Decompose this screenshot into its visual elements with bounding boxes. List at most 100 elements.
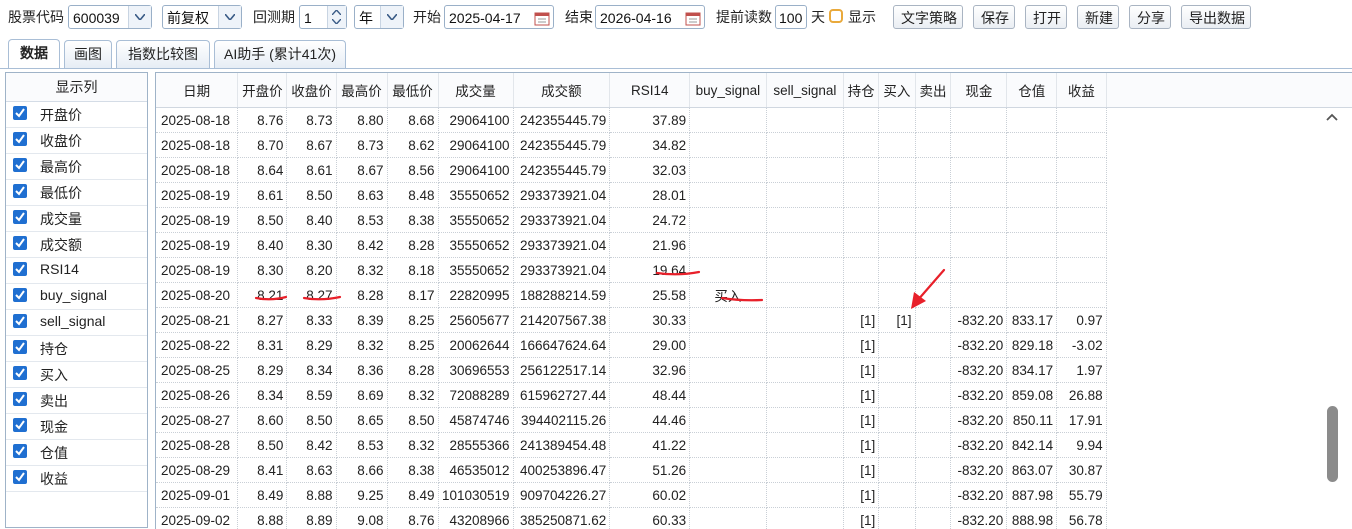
table-cell[interactable]: 32.96 [610, 358, 690, 383]
table-cell[interactable]: [1] [879, 308, 915, 333]
show-checkbox[interactable] [829, 9, 843, 23]
table-cell[interactable]: 8.27 [287, 283, 336, 308]
table-cell[interactable] [690, 433, 767, 458]
table-cell[interactable] [690, 158, 767, 183]
table-cell[interactable]: 8.38 [387, 458, 438, 483]
table-cell[interactable]: 8.80 [336, 108, 387, 133]
table-cell[interactable]: [1] [844, 358, 879, 383]
table-cell[interactable]: 21.96 [610, 233, 690, 258]
table-cell[interactable]: 51.26 [610, 458, 690, 483]
table-cell[interactable] [879, 508, 915, 529]
table-cell[interactable]: 2025-09-02 [156, 508, 238, 529]
table-cell[interactable]: 2025-08-19 [156, 233, 238, 258]
table-cell[interactable]: 8.40 [287, 208, 336, 233]
table-cell[interactable]: 842.14 [1007, 433, 1057, 458]
table-cell[interactable] [915, 358, 951, 383]
table-cell[interactable] [915, 308, 951, 333]
table-cell[interactable]: 2025-08-27 [156, 408, 238, 433]
table-cell[interactable] [951, 108, 1007, 133]
table-cell[interactable] [690, 108, 767, 133]
table-cell[interactable]: 256122517.14 [513, 358, 610, 383]
table-cell[interactable] [915, 258, 951, 283]
table-cell[interactable]: 909704226.27 [513, 483, 610, 508]
table-cell[interactable]: 166647624.64 [513, 333, 610, 358]
table-cell[interactable]: 385250871.62 [513, 508, 610, 529]
table-cell[interactable] [915, 158, 951, 183]
table-cell[interactable]: 8.32 [336, 258, 387, 283]
table-cell[interactable]: 8.89 [287, 508, 336, 529]
table-cell[interactable] [844, 133, 879, 158]
table-cell[interactable] [1007, 108, 1057, 133]
table-cell[interactable]: 20062644 [438, 333, 513, 358]
table-cell[interactable]: 8.36 [336, 358, 387, 383]
calendar-icon[interactable] [534, 9, 550, 33]
table-cell[interactable] [844, 208, 879, 233]
table-cell[interactable]: 60.02 [610, 483, 690, 508]
table-cell[interactable] [766, 183, 843, 208]
table-row[interactable]: 2025-08-288.508.428.538.3228555366241389… [156, 433, 1352, 458]
table-cell[interactable]: 8.39 [336, 308, 387, 333]
table-cell[interactable]: 8.50 [238, 208, 287, 233]
table-cell[interactable]: 46535012 [438, 458, 513, 483]
table-cell[interactable] [690, 233, 767, 258]
table-cell[interactable]: 35550652 [438, 183, 513, 208]
table-cell[interactable]: 56.78 [1057, 508, 1107, 529]
table-cell[interactable]: 242355445.79 [513, 108, 610, 133]
table-cell[interactable]: 8.68 [387, 108, 438, 133]
table-cell[interactable]: 8.63 [336, 183, 387, 208]
table-cell[interactable]: 8.56 [387, 158, 438, 183]
table-cell[interactable]: -832.20 [951, 458, 1007, 483]
save-button[interactable]: 保存 [973, 5, 1015, 29]
table-cell[interactable] [915, 283, 951, 308]
chevron-down-icon[interactable] [218, 6, 241, 28]
table-cell[interactable]: 45874746 [438, 408, 513, 433]
table-cell[interactable]: 8.61 [238, 183, 287, 208]
column-header[interactable]: 最高价 [336, 73, 387, 108]
table-cell[interactable] [915, 408, 951, 433]
table-cell[interactable] [844, 108, 879, 133]
export-data-button[interactable]: 导出数据 [1181, 5, 1251, 29]
data-grid[interactable]: 日期开盘价收盘价最高价最低价成交量成交额RSI14buy_signalsell_… [155, 72, 1352, 529]
table-cell[interactable]: 834.17 [1007, 358, 1057, 383]
table-cell[interactable] [690, 383, 767, 408]
table-cell[interactable]: 8.88 [287, 483, 336, 508]
table-cell[interactable]: 19.64 [610, 258, 690, 283]
scroll-up-arrow-icon[interactable] [1326, 113, 1338, 121]
column-header[interactable]: 日期 [156, 73, 238, 108]
table-cell[interactable]: 43208966 [438, 508, 513, 529]
table-cell[interactable]: 8.64 [238, 158, 287, 183]
table-row[interactable]: 2025-08-198.408.308.428.2835550652293373… [156, 233, 1352, 258]
column-header[interactable]: 成交量 [438, 73, 513, 108]
table-cell[interactable]: 9.94 [1057, 433, 1107, 458]
column-toggle-item[interactable]: 收盘价 [6, 128, 147, 154]
table-cell[interactable]: 8.48 [387, 183, 438, 208]
table-cell[interactable]: 17.91 [1057, 408, 1107, 433]
column-toggle-item[interactable]: 收益 [6, 466, 147, 492]
table-cell[interactable]: 8.76 [387, 508, 438, 529]
stepper-arrows-icon[interactable] [327, 6, 346, 28]
table-cell[interactable] [951, 258, 1007, 283]
column-toggle-item[interactable]: 现金 [6, 414, 147, 440]
start-date-field[interactable]: 2025-04-17 [444, 5, 554, 29]
table-cell[interactable]: [1] [844, 433, 879, 458]
table-cell[interactable]: -832.20 [951, 333, 1007, 358]
table-cell[interactable] [879, 458, 915, 483]
table-cell[interactable]: 859.08 [1007, 383, 1057, 408]
table-cell[interactable] [951, 233, 1007, 258]
table-cell[interactable]: 887.98 [1007, 483, 1057, 508]
table-cell[interactable] [690, 483, 767, 508]
table-cell[interactable]: 买入 [690, 283, 767, 308]
column-header[interactable]: 仓值 [1007, 73, 1057, 108]
table-cell[interactable] [879, 483, 915, 508]
table-cell[interactable] [690, 308, 767, 333]
table-cell[interactable] [766, 408, 843, 433]
table-cell[interactable]: 8.50 [287, 183, 336, 208]
table-cell[interactable] [844, 258, 879, 283]
column-header[interactable]: 买入 [879, 73, 915, 108]
table-cell[interactable] [879, 133, 915, 158]
tab-index-compare[interactable]: 指数比较图 [116, 40, 210, 68]
table-cell[interactable] [879, 283, 915, 308]
table-cell[interactable] [915, 208, 951, 233]
table-cell[interactable] [951, 283, 1007, 308]
table-cell[interactable]: 30696553 [438, 358, 513, 383]
